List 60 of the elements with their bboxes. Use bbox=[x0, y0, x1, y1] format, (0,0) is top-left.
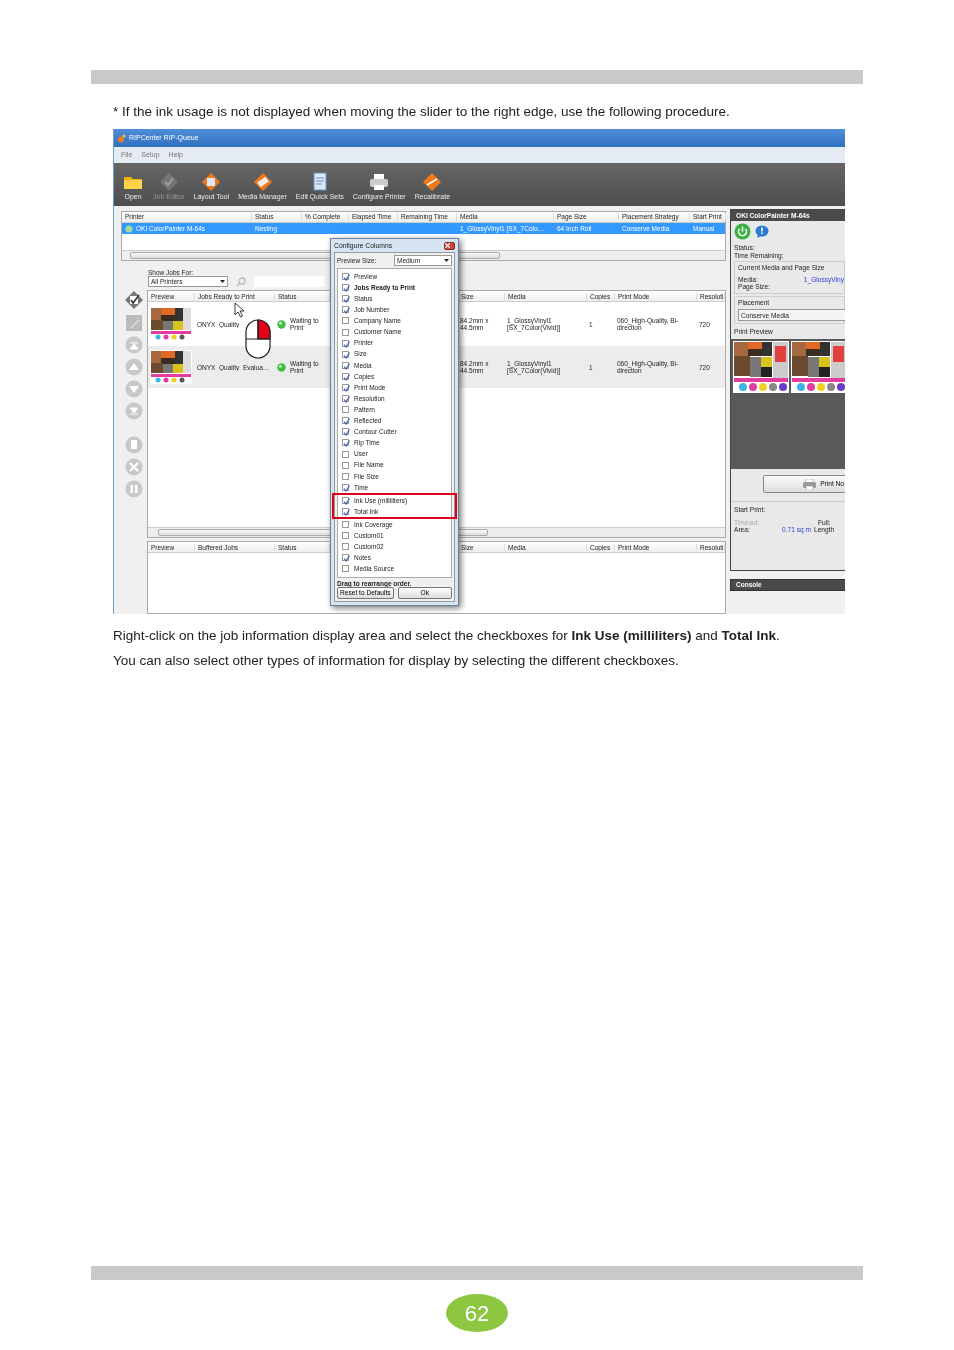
check-icon bbox=[343, 555, 350, 563]
intro-text: * If the ink usage is not displayed when moving the slider to the right edge, use the following procedure. bbox=[113, 104, 731, 120]
diamond-icon bbox=[421, 172, 444, 191]
checkbox[interactable] bbox=[342, 384, 349, 391]
checkbox[interactable] bbox=[342, 543, 349, 551]
checkbox[interactable] bbox=[342, 306, 349, 314]
checkbox[interactable] bbox=[342, 328, 349, 336]
arrow-down-circle-icon bbox=[125, 380, 143, 399]
pause-circle-icon bbox=[125, 480, 143, 499]
checkbox[interactable] bbox=[342, 532, 349, 540]
arrow-top-circle-icon bbox=[125, 336, 143, 355]
close-button[interactable] bbox=[444, 241, 455, 250]
checkbox[interactable] bbox=[342, 565, 349, 573]
info-icon[interactable] bbox=[755, 225, 769, 238]
arrow-up-circle-icon bbox=[125, 358, 143, 377]
close-icon bbox=[445, 243, 450, 248]
checkbox[interactable] bbox=[342, 350, 349, 358]
arrow-bottom-circle-icon bbox=[125, 402, 143, 421]
status-icon bbox=[277, 319, 286, 329]
edit-icon bbox=[125, 314, 143, 333]
status-icon bbox=[125, 224, 133, 233]
preview-image bbox=[791, 341, 845, 394]
checkbox[interactable] bbox=[342, 273, 349, 281]
checkbox[interactable] bbox=[342, 417, 349, 425]
caption-text: You can also select other types of information for display by selecting the different checkboxes. bbox=[113, 652, 680, 670]
checkbox[interactable] bbox=[342, 472, 349, 480]
search-icon bbox=[236, 276, 246, 287]
preview-image bbox=[733, 341, 789, 394]
checkbox[interactable] bbox=[342, 284, 349, 292]
checkbox[interactable] bbox=[342, 450, 349, 458]
checkbox[interactable] bbox=[342, 483, 349, 491]
checkbox[interactable] bbox=[342, 521, 349, 529]
image-thumbnail bbox=[150, 350, 192, 385]
checkbox[interactable] bbox=[342, 496, 349, 504]
layout-icon bbox=[200, 172, 223, 191]
checkbox[interactable] bbox=[342, 554, 349, 562]
status-icon bbox=[277, 362, 286, 372]
printer-icon bbox=[368, 172, 391, 191]
checkmark-diamond-icon bbox=[124, 290, 144, 311]
checkbox[interactable] bbox=[342, 439, 349, 447]
caption-text: Right-click on the job information display area and select the checkboxes for Ink Use (milliliters) and Total Ink. bbox=[113, 627, 781, 645]
cursor-icon bbox=[234, 302, 244, 318]
caret-icon bbox=[220, 280, 225, 284]
checkbox[interactable] bbox=[342, 461, 349, 469]
checkbox[interactable] bbox=[342, 361, 349, 369]
app-icon bbox=[117, 133, 126, 143]
image-thumbnail bbox=[150, 307, 192, 342]
checkbox[interactable] bbox=[342, 395, 349, 403]
close-circle-icon bbox=[125, 458, 143, 477]
power-icon[interactable] bbox=[734, 223, 751, 240]
checkbox[interactable] bbox=[342, 295, 349, 303]
checkbox[interactable] bbox=[342, 428, 349, 436]
checkbox[interactable] bbox=[342, 317, 349, 325]
checkbox[interactable] bbox=[342, 372, 349, 380]
checkbox[interactable] bbox=[342, 339, 349, 347]
checkbox[interactable] bbox=[342, 508, 349, 515]
page-number: 62 bbox=[446, 1294, 508, 1332]
checkbox[interactable] bbox=[342, 406, 349, 414]
printer-icon bbox=[803, 478, 817, 490]
document-circle-icon bbox=[125, 436, 143, 455]
